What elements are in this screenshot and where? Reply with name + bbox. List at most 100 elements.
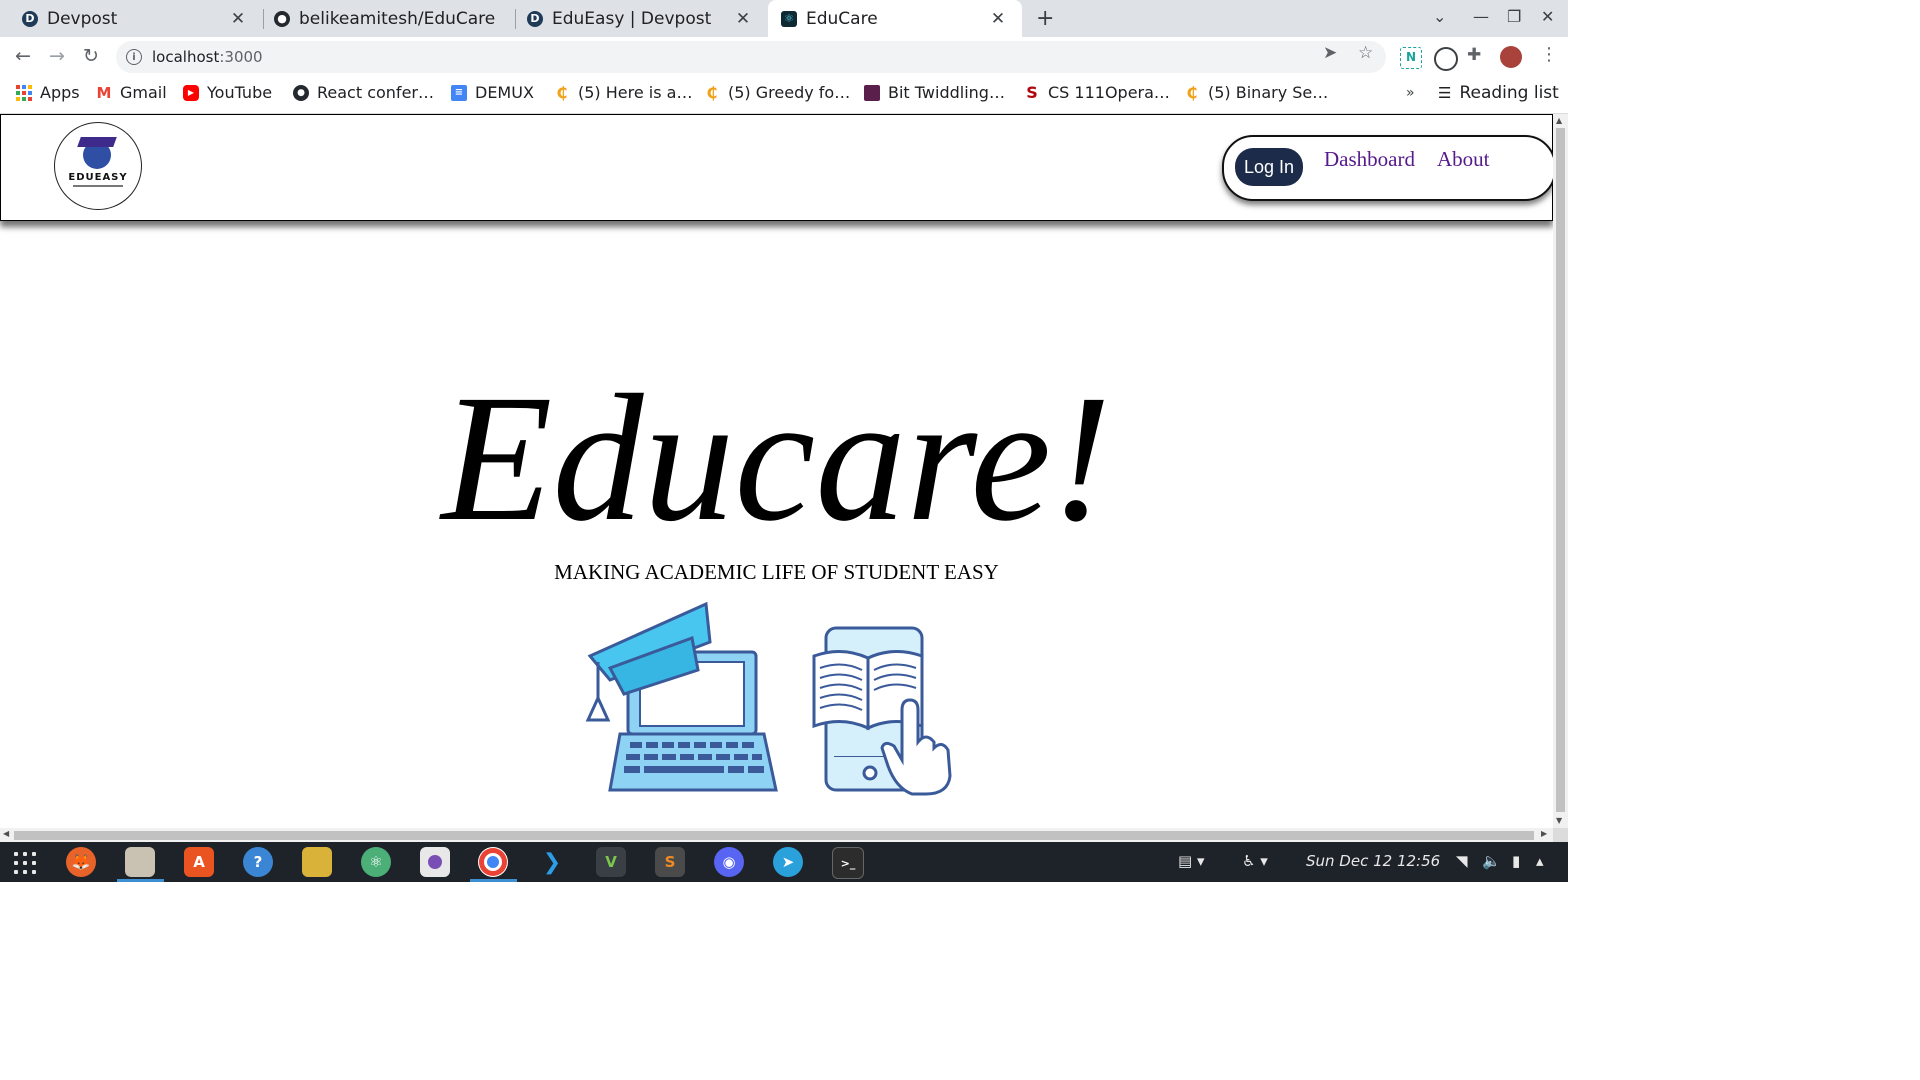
laptop-graduation-illustration xyxy=(585,602,778,792)
bookmark-greedy[interactable]: ₵ (5) Greedy fo… xyxy=(704,83,850,102)
chrome-icon[interactable] xyxy=(478,847,508,877)
phone-ebook-illustration xyxy=(812,626,952,796)
new-tab-button[interactable]: + xyxy=(1036,6,1054,31)
puzzle-extensions-icon[interactable]: ✚ xyxy=(1467,45,1481,65)
wifi-icon[interactable]: ◥ xyxy=(1456,852,1468,870)
volume-icon[interactable]: 🔈 xyxy=(1482,852,1501,870)
screenshot-icon[interactable] xyxy=(420,847,450,877)
scrollbar-thumb[interactable] xyxy=(1556,128,1565,812)
reload-icon[interactable]: ↻ xyxy=(79,45,103,67)
clock[interactable]: Sun Dec 12 12:56 xyxy=(1306,852,1440,870)
bookmark-here-is-a[interactable]: ₵ (5) Here is a… xyxy=(554,83,692,102)
bookmark-react-conference[interactable]: ● React confer… xyxy=(293,83,434,102)
scroll-down-icon[interactable]: ▼ xyxy=(1556,816,1562,825)
clipboard-icon[interactable]: ▤ ▾ xyxy=(1178,852,1204,870)
hero-title: Educare! xyxy=(441,358,1112,559)
close-icon[interactable]: ✕ xyxy=(988,9,1008,29)
software-center-icon[interactable]: A xyxy=(184,847,214,877)
dashboard-link[interactable]: Dashboard xyxy=(1324,147,1415,172)
bookmark-label: CS 111Opera… xyxy=(1048,83,1170,102)
apps-grid-icon xyxy=(16,84,32,101)
close-icon[interactable]: ✕ xyxy=(228,9,248,29)
send-tab-icon[interactable]: ➤ xyxy=(1323,43,1337,63)
profile-avatar[interactable] xyxy=(1500,46,1522,68)
scroll-left-icon[interactable]: ◀ xyxy=(3,829,9,838)
bookmark-label: Apps xyxy=(40,83,80,102)
sublime-text-icon[interactable]: S xyxy=(655,847,685,877)
bookmark-bit-twiddling[interactable]: Bit Twiddling… xyxy=(864,83,1005,102)
reading-list-button[interactable]: ☰ Reading list xyxy=(1438,83,1559,103)
minimize-icon[interactable]: — xyxy=(1473,7,1489,26)
edueasy-logo[interactable]: EDUEASY xyxy=(54,122,142,210)
bookmark-label: (5) Greedy fo… xyxy=(728,83,851,102)
bookmark-label: (5) Here is a… xyxy=(578,83,693,102)
atom-icon[interactable]: ⚛ xyxy=(361,847,391,877)
bookmark-label: React confer… xyxy=(317,83,434,102)
url-text: localhost:3000 xyxy=(152,48,263,66)
discord-icon[interactable]: ◉ xyxy=(714,847,744,877)
accessibility-icon[interactable]: ♿ ▾ xyxy=(1242,852,1268,870)
vertical-scrollbar[interactable]: ▲ ▼ xyxy=(1553,114,1568,828)
leetcode-icon: ₵ xyxy=(556,83,568,102)
bookmark-label: Gmail xyxy=(120,83,167,102)
bookmark-apps[interactable]: Apps xyxy=(16,83,80,102)
files-icon[interactable] xyxy=(125,847,155,877)
menu-kebab-icon[interactable]: ⋮ xyxy=(1540,44,1558,65)
github-icon: ● xyxy=(274,10,290,27)
leetcode-icon: ₵ xyxy=(1186,83,1198,102)
os-taskbar: 🦊 A ? ⚛ ❯ V S ◉ ➤ >_ ▤ ▾ ♿ ▾ Sun Dec 12 … xyxy=(0,842,1568,882)
react-icon: ⚛ xyxy=(781,10,797,27)
close-icon[interactable]: ✕ xyxy=(733,9,753,29)
bookmark-label: DEMUX xyxy=(475,83,534,102)
tab-strip: D Devpost ✕ ● belikeamitesh/EduCare D Ed… xyxy=(0,0,1568,37)
bookmark-cs111[interactable]: S CS 111Opera… xyxy=(1024,83,1170,102)
notion-extension-icon[interactable]: N xyxy=(1400,47,1422,69)
horizontal-scrollbar[interactable]: ◀ ▶ xyxy=(0,828,1553,842)
active-app-indicator xyxy=(117,879,164,882)
scrollbar-thumb[interactable] xyxy=(14,831,1534,840)
battery-icon[interactable]: ▮ xyxy=(1512,852,1520,870)
tab-search-icon[interactable]: ⌄ xyxy=(1433,7,1446,26)
stanford-icon: S xyxy=(1026,83,1038,102)
vscode-icon[interactable]: ❯ xyxy=(537,847,567,877)
scroll-up-icon[interactable]: ▲ xyxy=(1556,116,1562,125)
devpost-icon: D xyxy=(22,10,38,27)
bookmark-label: Bit Twiddling… xyxy=(888,83,1005,102)
system-menu-icon[interactable]: ▴ xyxy=(1536,852,1544,870)
about-link[interactable]: About xyxy=(1437,147,1490,172)
github-icon: ● xyxy=(293,84,309,101)
tab-title: EduEasy | Devpost xyxy=(552,8,712,29)
telegram-icon[interactable]: ➤ xyxy=(773,847,803,877)
app-grid-icon[interactable] xyxy=(14,852,36,874)
bookmark-star-icon[interactable]: ☆ xyxy=(1358,43,1373,63)
bookmark-gmail[interactable]: M Gmail xyxy=(96,83,167,102)
vim-icon[interactable]: V xyxy=(596,847,626,877)
forward-icon[interactable]: → xyxy=(45,45,69,67)
bookmark-binary-search[interactable]: ₵ (5) Binary Se… xyxy=(1184,83,1328,102)
site-info-icon[interactable]: i xyxy=(126,49,142,65)
bookmarks-overflow-button[interactable]: » xyxy=(1406,85,1415,101)
leetcode-icon: ₵ xyxy=(706,83,718,102)
tab-educare[interactable]: ⚛ EduCare ✕ xyxy=(768,0,1022,37)
terminal-icon[interactable]: >_ xyxy=(832,847,864,879)
extension-icon[interactable] xyxy=(1434,47,1458,71)
bookmark-demux[interactable]: ≡ DEMUX xyxy=(451,83,534,102)
page-viewport: EDUEASY Log In Dashboard About Educare! … xyxy=(0,114,1553,828)
address-bar[interactable]: i localhost:3000 xyxy=(116,41,1386,73)
bookmark-youtube[interactable]: ▶ YouTube xyxy=(183,83,272,102)
bookmark-label: YouTube xyxy=(207,83,273,102)
tweaks-icon[interactable] xyxy=(302,847,332,877)
login-button[interactable]: Log In xyxy=(1235,148,1303,186)
back-icon[interactable]: ← xyxy=(11,45,35,67)
help-icon[interactable]: ? xyxy=(243,847,273,877)
close-window-icon[interactable]: ✕ xyxy=(1541,7,1554,26)
tab-title: Devpost xyxy=(47,8,118,29)
tab-title: EduCare xyxy=(806,8,878,29)
firefox-icon[interactable]: 🦊 xyxy=(66,847,96,877)
scroll-right-icon[interactable]: ▶ xyxy=(1541,829,1547,838)
tab-edueasy-devpost[interactable]: D EduEasy | Devpost ✕ xyxy=(505,0,767,37)
tab-devpost[interactable]: D Devpost ✕ xyxy=(0,0,262,37)
gmail-icon: M xyxy=(96,83,112,102)
restore-icon[interactable]: ❐ xyxy=(1507,7,1521,26)
tab-github-educare[interactable]: ● belikeamitesh/EduCare xyxy=(252,0,514,37)
